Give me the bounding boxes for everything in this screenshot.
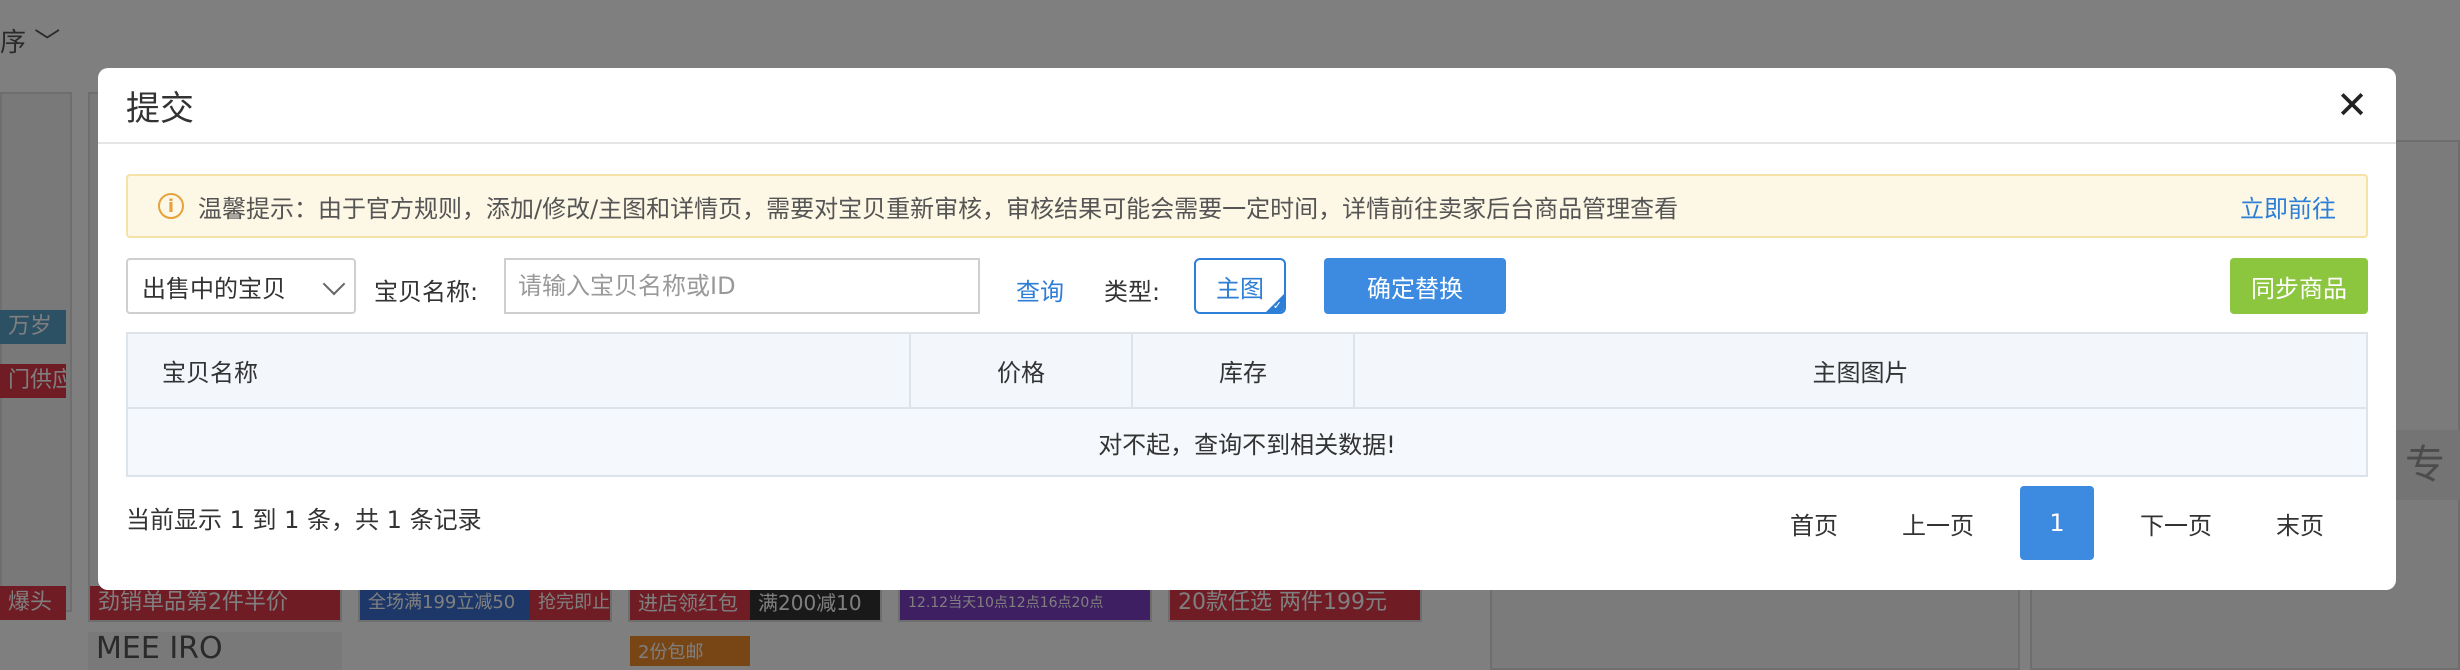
notice-text: 温馨提示：由于官方规则，添加/修改/主图和详情页，需要对宝贝重新审核，审核结果可…	[198, 194, 1679, 223]
last-page-button[interactable]: 末页	[2244, 486, 2356, 560]
dialog-header: 提交 ✕	[98, 68, 2396, 144]
empty-message: 对不起，查询不到相关数据!	[128, 407, 2366, 475]
query-link[interactable]: 查询	[1016, 272, 1064, 307]
filter-toolbar: 出售中的宝贝 宝贝名称: 查询 类型: 主图 ✓ 确定替换 同步商品	[126, 258, 2368, 316]
go-now-link[interactable]: 立即前往	[2240, 189, 2336, 224]
status-select-value: 出售中的宝贝	[142, 274, 286, 303]
confirm-replace-button[interactable]: 确定替换	[1324, 258, 1506, 314]
type-label: 类型:	[1104, 278, 1161, 306]
record-count-info: 当前显示 1 到 1 条，共 1 条记录	[126, 506, 482, 534]
current-page-button[interactable]: 1	[2020, 486, 2094, 560]
product-table: 宝贝名称 价格 库存 主图图片 对不起，查询不到相关数据!	[126, 332, 2368, 477]
column-header-price[interactable]: 价格	[910, 334, 1133, 408]
table-row: 对不起，查询不到相关数据!	[128, 407, 2366, 475]
name-label: 宝贝名称:	[374, 278, 479, 306]
pagination: 首页 上一页 1 下一页 末页	[1758, 486, 2356, 560]
first-page-button[interactable]: 首页	[1758, 486, 1870, 560]
dialog-title: 提交	[126, 88, 194, 129]
close-icon[interactable]: ✕	[2336, 86, 2368, 124]
search-input[interactable]	[504, 258, 980, 314]
notice-banner: i 温馨提示：由于官方规则，添加/修改/主图和详情页，需要对宝贝重新审核，审核结…	[126, 174, 2368, 238]
column-header-main-image[interactable]: 主图图片	[1354, 334, 2366, 408]
check-icon: ✓	[1272, 299, 1282, 312]
column-header-name[interactable]: 宝贝名称	[128, 334, 911, 408]
type-option-main-image[interactable]: 主图 ✓	[1194, 258, 1286, 314]
info-icon: i	[158, 193, 184, 219]
next-page-button[interactable]: 下一页	[2108, 486, 2244, 560]
submit-dialog: 提交 ✕ i 温馨提示：由于官方规则，添加/修改/主图和详情页，需要对宝贝重新审…	[98, 68, 2396, 590]
type-option-label: 主图	[1216, 274, 1264, 303]
sync-products-button[interactable]: 同步商品	[2230, 258, 2368, 314]
column-header-stock[interactable]: 库存	[1132, 334, 1355, 408]
prev-page-button[interactable]: 上一页	[1870, 486, 2006, 560]
chevron-down-icon	[322, 272, 346, 296]
table-header-row: 宝贝名称 价格 库存 主图图片	[128, 334, 2366, 408]
status-select[interactable]: 出售中的宝贝	[126, 258, 356, 314]
